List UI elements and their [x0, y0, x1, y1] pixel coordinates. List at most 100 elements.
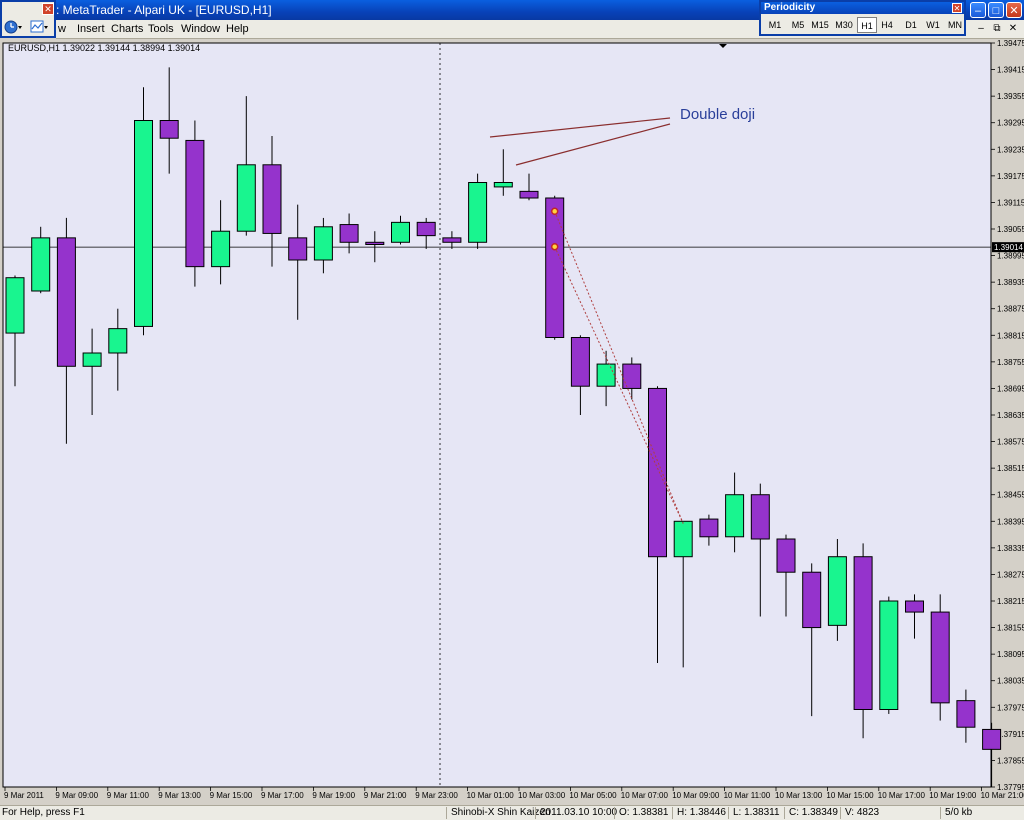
bull-candle [31, 237, 51, 292]
y-tick-label: 1.38095 [997, 650, 1024, 659]
bear-candle [853, 556, 873, 711]
bear-candle [365, 241, 385, 246]
status-volume: V: 4823 [840, 807, 879, 819]
y-tick-label: 1.38215 [997, 597, 1024, 606]
bull-candle [5, 277, 25, 334]
period-button-h1[interactable]: H1 [857, 17, 877, 33]
bear-candle [750, 494, 770, 540]
bear-candle [339, 224, 359, 243]
y-tick-label: 1.38635 [997, 411, 1024, 420]
anchor-point-icon[interactable] [550, 207, 559, 216]
bull-candle [827, 556, 847, 626]
y-tick-label: 1.37975 [997, 703, 1024, 712]
status-low: L: 1.38311 [728, 807, 780, 819]
y-tick-label: 1.39115 [997, 198, 1024, 207]
bear-candle [288, 237, 308, 261]
period-button-m5[interactable]: M5 [788, 17, 808, 33]
bull-candle [725, 494, 745, 538]
status-bar: For Help, press F1 Shinobi-X Shin Kaizen… [0, 805, 1024, 820]
y-tick-label: 1.38275 [997, 570, 1024, 579]
bear-candle [802, 571, 822, 629]
period-button-m1[interactable]: M1 [765, 17, 785, 33]
bull-candle [211, 230, 231, 268]
period-button-mn[interactable]: MN [945, 17, 965, 33]
bear-candle [442, 237, 462, 243]
menu-item-help[interactable]: Help [226, 23, 249, 35]
y-tick-label: 1.39235 [997, 145, 1024, 154]
bull-candle [134, 120, 153, 327]
period-button-m15[interactable]: M15 [809, 17, 831, 33]
menu-item-tools[interactable]: Tools [148, 23, 174, 35]
bear-candle [622, 363, 642, 389]
y-tick-label: 1.38455 [997, 491, 1024, 500]
y-tick-label: 1.38395 [997, 517, 1024, 526]
y-tick-label: 1.38335 [997, 544, 1024, 553]
child-minimize-icon[interactable]: – [974, 23, 988, 35]
x-tick-label: 10 Mar 01:00 [467, 791, 515, 800]
x-tick-label: 9 Mar 23:00 [415, 791, 458, 800]
status-close: C: 1.38349 [784, 807, 838, 819]
x-tick-label: 10 Mar 07:00 [621, 791, 669, 800]
x-tick-label: 10 Mar 21:00 [981, 791, 1024, 800]
chart-template-icon[interactable] [30, 19, 48, 35]
bull-candle [673, 520, 693, 558]
clock-icon[interactable] [4, 19, 22, 35]
current-price-label: 1.39014 [994, 243, 1023, 252]
x-tick-label: 10 Mar 11:00 [724, 791, 771, 800]
minimize-icon[interactable]: – [970, 2, 986, 18]
bull-candle [82, 352, 102, 367]
period-button-w1[interactable]: W1 [923, 17, 943, 33]
bear-candle [699, 518, 719, 538]
y-tick-label: 1.38695 [997, 384, 1024, 393]
x-tick-label: 10 Mar 17:00 [878, 791, 926, 800]
price-chart[interactable]: 1.39475 1.39415 1.39355 1.39295 1.39235 1.391… [0, 39, 1024, 805]
x-tick-label: 10 Mar 09:00 [672, 791, 720, 800]
periodicity-close-icon[interactable]: ✕ [952, 3, 962, 13]
child-close-icon[interactable]: ✕ [1006, 23, 1020, 35]
x-tick-label: 9 Mar 17:00 [261, 791, 304, 800]
y-tick-label: 1.38875 [997, 305, 1024, 314]
bull-candle [236, 164, 256, 232]
toolbar-close-icon[interactable]: ✕ [42, 3, 54, 15]
bull-candle [596, 363, 616, 387]
bear-candle [930, 611, 950, 704]
x-tick-label: 10 Mar 03:00 [518, 791, 566, 800]
status-datetime: 2011.03.10 10:00 [535, 807, 617, 819]
bull-candle [313, 226, 333, 261]
y-tick-label: 1.39475 [997, 39, 1024, 48]
status-high: H: 1.38446 [672, 807, 726, 819]
annotation-double-doji: Double doji [680, 106, 755, 123]
y-tick-label: 1.39355 [997, 92, 1024, 101]
x-tick-label: 9 Mar 21:00 [364, 791, 407, 800]
x-tick-label: 10 Mar 15:00 [826, 791, 874, 800]
bear-candle [648, 387, 667, 558]
anchor-point-icon[interactable] [550, 242, 559, 251]
bull-candle [391, 221, 410, 243]
bear-candle [159, 120, 179, 139]
menu-item-insert[interactable]: Insert [77, 23, 105, 35]
bull-candle [108, 328, 128, 354]
period-button-d1[interactable]: D1 [901, 17, 921, 33]
status-open: O: 1.38381 [614, 807, 668, 819]
x-tick-label: 9 Mar 19:00 [312, 791, 355, 800]
child-restore-icon[interactable]: ⧉ [990, 23, 1004, 35]
x-tick-label: 9 Mar 13:00 [158, 791, 201, 800]
x-tick-label: 10 Mar 19:00 [929, 791, 977, 800]
y-tick-label: 1.38575 [997, 438, 1024, 447]
floating-toolbar: ✕ [0, 0, 56, 38]
y-tick-label: 1.39295 [997, 119, 1024, 128]
menu-item-window[interactable]: Window [181, 23, 220, 35]
maximize-icon[interactable]: □ [988, 2, 1004, 18]
y-tick-label: 1.38935 [997, 278, 1024, 287]
period-button-h4[interactable]: H4 [877, 17, 897, 33]
chart-info: EURUSD,H1 1.39022 1.39144 1.38994 1.3901… [8, 43, 200, 53]
y-tick-label: 1.38035 [997, 677, 1024, 686]
menu-item-view[interactable]: w [58, 23, 66, 35]
period-button-m30[interactable]: M30 [833, 17, 855, 33]
periodicity-title: Periodicity [761, 2, 964, 14]
close-icon[interactable]: ✕ [1006, 2, 1022, 18]
bear-candle [56, 237, 76, 367]
y-tick-label: 1.38755 [997, 358, 1024, 367]
menu-item-charts[interactable]: Charts [111, 23, 143, 35]
y-tick-label: 1.37855 [997, 756, 1024, 765]
